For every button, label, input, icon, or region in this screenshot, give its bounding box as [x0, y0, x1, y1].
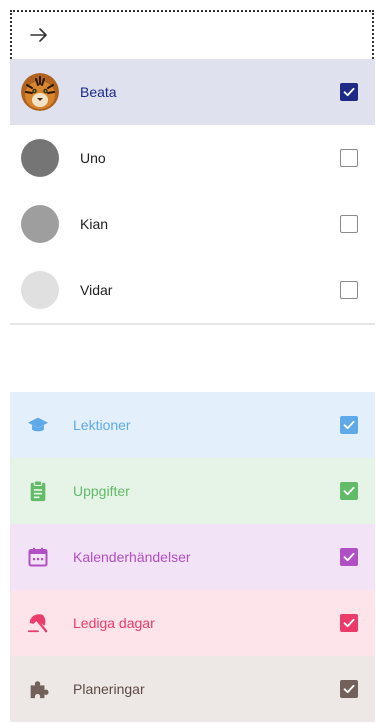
- avatar: [21, 139, 59, 177]
- category-checkbox[interactable]: [340, 680, 358, 698]
- person-checkbox[interactable]: [340, 83, 358, 101]
- category-row-lediga-dagar[interactable]: Lediga dagar: [10, 590, 375, 656]
- avatar: [21, 271, 59, 309]
- category-label: Lediga dagar: [73, 615, 155, 631]
- clipboard-icon: [30, 480, 46, 502]
- category-icon: [26, 545, 50, 569]
- filter-panel: Beata Uno Kian Vidar Lektioner Uppgifter…: [0, 0, 376, 723]
- person-checkbox[interactable]: [340, 215, 358, 233]
- category-row-uppgifter[interactable]: Uppgifter: [10, 458, 375, 524]
- checkmark-icon: [343, 87, 355, 97]
- category-label: Kalenderhändelser: [73, 549, 191, 565]
- person-name: Beata: [80, 84, 117, 100]
- category-icon: [26, 611, 50, 635]
- arrow-right-button[interactable]: [26, 22, 52, 48]
- category-checkbox[interactable]: [340, 614, 358, 632]
- category-icon: [26, 479, 50, 503]
- person-row-vidar[interactable]: Vidar: [10, 257, 375, 323]
- category-checkbox[interactable]: [340, 482, 358, 500]
- graduation-cap-icon: [27, 417, 49, 432]
- person-checkbox[interactable]: [340, 149, 358, 167]
- people-list: Beata Uno Kian Vidar: [10, 59, 375, 325]
- checkmark-icon: [343, 420, 355, 430]
- checkmark-icon: [343, 684, 355, 694]
- arrow-right-icon: [30, 28, 47, 42]
- checkmark-icon: [343, 486, 355, 496]
- category-checkbox[interactable]: [340, 548, 358, 566]
- person-name: Kian: [80, 216, 109, 232]
- puzzle-icon: [30, 681, 49, 699]
- category-icon: [26, 413, 50, 437]
- category-label: Planeringar: [73, 681, 145, 697]
- person-row-kian[interactable]: Kian: [10, 191, 375, 257]
- category-label: Uppgifter: [73, 483, 130, 499]
- person-name: Vidar: [80, 282, 113, 298]
- tiger-avatar-image: [21, 73, 59, 111]
- person-name: Uno: [80, 150, 106, 166]
- checkmark-icon: [343, 618, 355, 628]
- person-checkbox[interactable]: [340, 281, 358, 299]
- category-icon: [26, 677, 50, 701]
- category-list: Lektioner Uppgifter Kalenderhändelser Le…: [10, 392, 375, 722]
- category-checkbox[interactable]: [340, 416, 358, 434]
- beach-umbrella-icon: [27, 614, 48, 633]
- person-row-uno[interactable]: Uno: [10, 125, 375, 191]
- panel-header: [10, 10, 374, 59]
- person-row-beata[interactable]: Beata: [10, 59, 375, 125]
- checkmark-icon: [343, 552, 355, 562]
- category-label: Lektioner: [73, 417, 131, 433]
- avatar: [21, 205, 59, 243]
- category-row-kalenderhandelser[interactable]: Kalenderhändelser: [10, 524, 375, 590]
- calendar-icon: [28, 547, 48, 567]
- avatar: [21, 73, 59, 111]
- category-row-planeringar[interactable]: Planeringar: [10, 656, 375, 722]
- category-row-lektioner[interactable]: Lektioner: [10, 392, 375, 458]
